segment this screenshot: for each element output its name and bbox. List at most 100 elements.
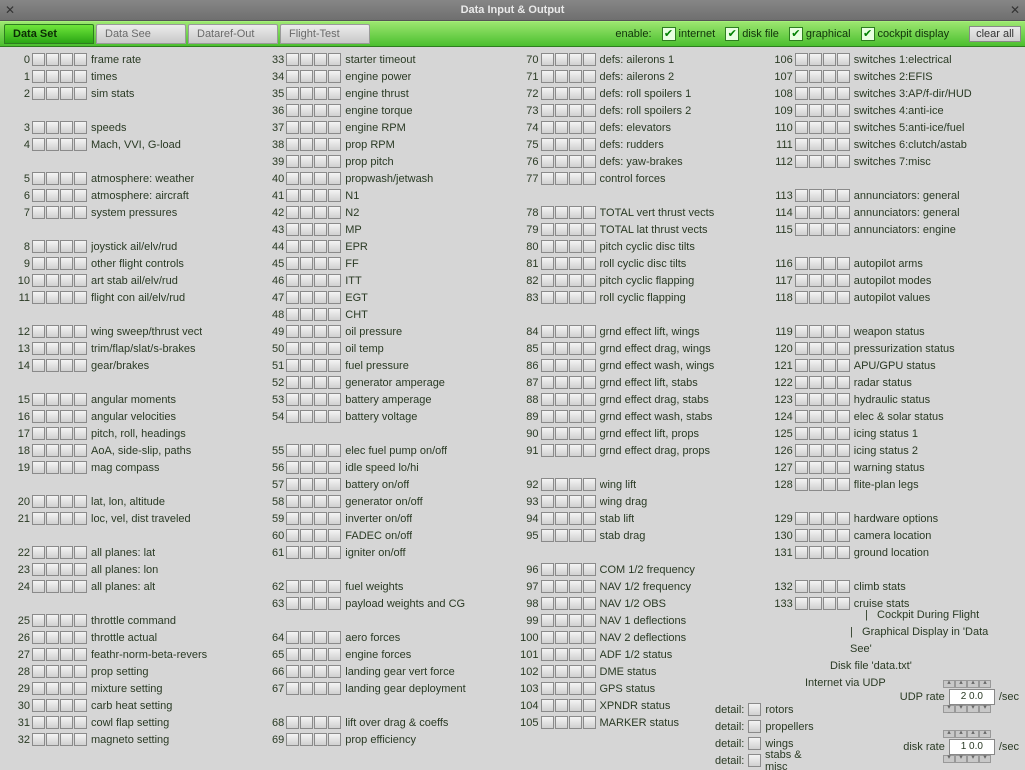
toggle-box[interactable] [60,444,73,457]
toggle-box[interactable] [314,665,327,678]
toggle-box[interactable] [286,240,299,253]
toggle-box[interactable] [314,189,327,202]
toggle-box[interactable] [837,121,850,134]
toggle-box[interactable] [837,53,850,66]
toggle-box[interactable] [837,291,850,304]
toggle-box[interactable] [74,206,87,219]
toggle-box[interactable] [314,121,327,134]
toggle-box[interactable] [541,580,554,593]
close-icon[interactable]: ✕ [2,2,18,18]
toggle-box[interactable] [314,546,327,559]
toggle-box[interactable] [32,495,45,508]
toggle-box[interactable] [46,274,59,287]
toggle-box[interactable] [795,529,808,542]
toggle-box[interactable] [286,410,299,423]
toggle-box[interactable] [32,716,45,729]
toggle-box[interactable] [328,631,341,644]
toggle-box[interactable] [569,342,582,355]
toggle-box[interactable] [286,529,299,542]
toggle-box[interactable] [541,716,554,729]
toggle-box[interactable] [541,138,554,151]
toggle-box[interactable] [314,53,327,66]
toggle-box[interactable] [555,257,568,270]
toggle-box[interactable] [569,104,582,117]
toggle-box[interactable] [795,444,808,457]
toggle-box[interactable] [286,546,299,559]
toggle-box[interactable] [809,342,822,355]
toggle-box[interactable] [74,359,87,372]
toggle-box[interactable] [300,87,313,100]
toggle-box[interactable] [328,291,341,304]
toggle-box[interactable] [795,342,808,355]
toggle-box[interactable] [328,529,341,542]
toggle-box[interactable] [74,291,87,304]
toggle-box[interactable] [60,257,73,270]
toggle-box[interactable] [328,461,341,474]
toggle-box[interactable] [286,512,299,525]
toggle-box[interactable] [583,614,596,627]
toggle-box[interactable] [328,716,341,729]
toggle-box[interactable] [541,665,554,678]
toggle-box[interactable] [74,121,87,134]
toggle-box[interactable] [300,53,313,66]
toggle-box[interactable] [32,546,45,559]
toggle-box[interactable] [60,393,73,406]
toggle-box[interactable] [32,648,45,661]
toggle-box[interactable] [541,172,554,185]
toggle-box[interactable] [748,720,761,733]
toggle-box[interactable] [555,223,568,236]
toggle-box[interactable] [60,495,73,508]
toggle-box[interactable] [74,274,87,287]
toggle-box[interactable] [328,682,341,695]
toggle-box[interactable] [46,682,59,695]
toggle-box[interactable] [823,478,836,491]
toggle-box[interactable] [837,87,850,100]
toggle-box[interactable] [286,172,299,185]
toggle-box[interactable] [314,223,327,236]
toggle-box[interactable] [74,563,87,576]
toggle-box[interactable] [555,240,568,253]
toggle-box[interactable] [555,665,568,678]
toggle-box[interactable] [286,223,299,236]
toggle-box[interactable] [32,342,45,355]
toggle-box[interactable] [328,597,341,610]
toggle-box[interactable] [555,580,568,593]
toggle-box[interactable] [300,359,313,372]
tab-data-see[interactable]: Data See [96,24,186,44]
toggle-box[interactable] [583,665,596,678]
toggle-box[interactable] [837,359,850,372]
toggle-box[interactable] [541,563,554,576]
toggle-box[interactable] [46,665,59,678]
toggle-box[interactable] [286,138,299,151]
toggle-box[interactable] [569,648,582,661]
toggle-box[interactable] [314,87,327,100]
toggle-box[interactable] [314,70,327,83]
toggle-box[interactable] [583,206,596,219]
toggle-box[interactable] [286,597,299,610]
toggle-box[interactable] [555,121,568,134]
toggle-box[interactable] [541,682,554,695]
toggle-box[interactable] [583,495,596,508]
toggle-box[interactable] [32,325,45,338]
toggle-box[interactable] [286,461,299,474]
toggle-box[interactable] [795,291,808,304]
toggle-box[interactable] [541,104,554,117]
toggle-box[interactable] [300,274,313,287]
toggle-box[interactable] [286,53,299,66]
toggle-box[interactable] [541,648,554,661]
toggle-box[interactable] [795,70,808,83]
toggle-box[interactable] [837,444,850,457]
toggle-box[interactable] [46,461,59,474]
enable-cockpit-display[interactable]: ✔cockpit display [861,27,950,41]
toggle-box[interactable] [286,70,299,83]
toggle-box[interactable] [569,53,582,66]
toggle-box[interactable] [837,274,850,287]
toggle-box[interactable] [569,172,582,185]
toggle-box[interactable] [60,291,73,304]
toggle-box[interactable] [809,359,822,372]
toggle-box[interactable] [795,580,808,593]
toggle-box[interactable] [541,206,554,219]
toggle-box[interactable] [314,291,327,304]
toggle-box[interactable] [74,682,87,695]
toggle-box[interactable] [583,70,596,83]
